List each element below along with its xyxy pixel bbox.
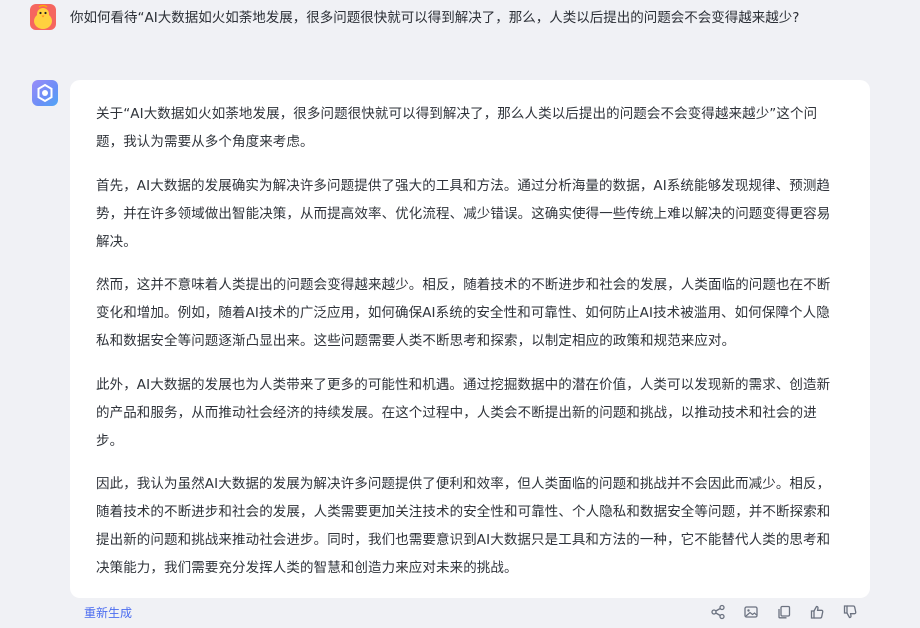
image-button[interactable] (741, 602, 761, 622)
answer-paragraph: 然而，这并不意味着人类提出的问题会变得越来越少。相反，随着技术的不断进步和社会的… (96, 277, 831, 349)
assistant-logo-icon (37, 83, 53, 103)
answer-card: 关于“AI大数据如火如荼地发展，很多问题很快就可以得到解决了，那么人类以后提出的… (70, 80, 870, 598)
regenerate-button[interactable]: 重新生成 (84, 604, 132, 621)
answer-actions (708, 602, 860, 622)
answer-paragraph: 首先，AI大数据的发展确实为解决许多问题提供了强大的工具和方法。通过分析海量的数… (96, 177, 831, 250)
answer-paragraph: 因此，我认为虽然AI大数据的发展为解决许多问题提供了便利和效率，但人类面临的问题… (96, 476, 831, 576)
answer-paragraph: 关于“AI大数据如火如荼地发展，很多问题很快就可以得到解决了，那么人类以后提出的… (96, 106, 818, 150)
thumbs-down-icon (843, 605, 857, 619)
thumbs-up-icon (810, 605, 824, 619)
user-avatar (30, 4, 56, 30)
image-icon (744, 606, 758, 618)
user-question-text: 你如何看待“AI大数据如火如荼地发展，很多问题很快就可以得到解决了，那么，人类以… (70, 10, 800, 26)
copy-button[interactable] (774, 602, 794, 622)
share-icon (711, 604, 725, 620)
thumbs-down-button[interactable] (840, 602, 860, 622)
thumbs-up-button[interactable] (807, 602, 827, 622)
answer-paragraph: 此外，AI大数据的发展也为人类带来了更多的可能性和机遇。通过挖掘数据中的潜在价值… (96, 376, 831, 449)
copy-icon (778, 605, 791, 619)
user-message: 你如何看待“AI大数据如火如荼地发展，很多问题很快就可以得到解决了，那么，人类以… (30, 4, 900, 32)
share-button[interactable] (708, 602, 728, 622)
answer-footer: 重新生成 (0, 600, 920, 628)
assistant-avatar (32, 80, 58, 106)
chick-avatar-icon (34, 4, 52, 29)
